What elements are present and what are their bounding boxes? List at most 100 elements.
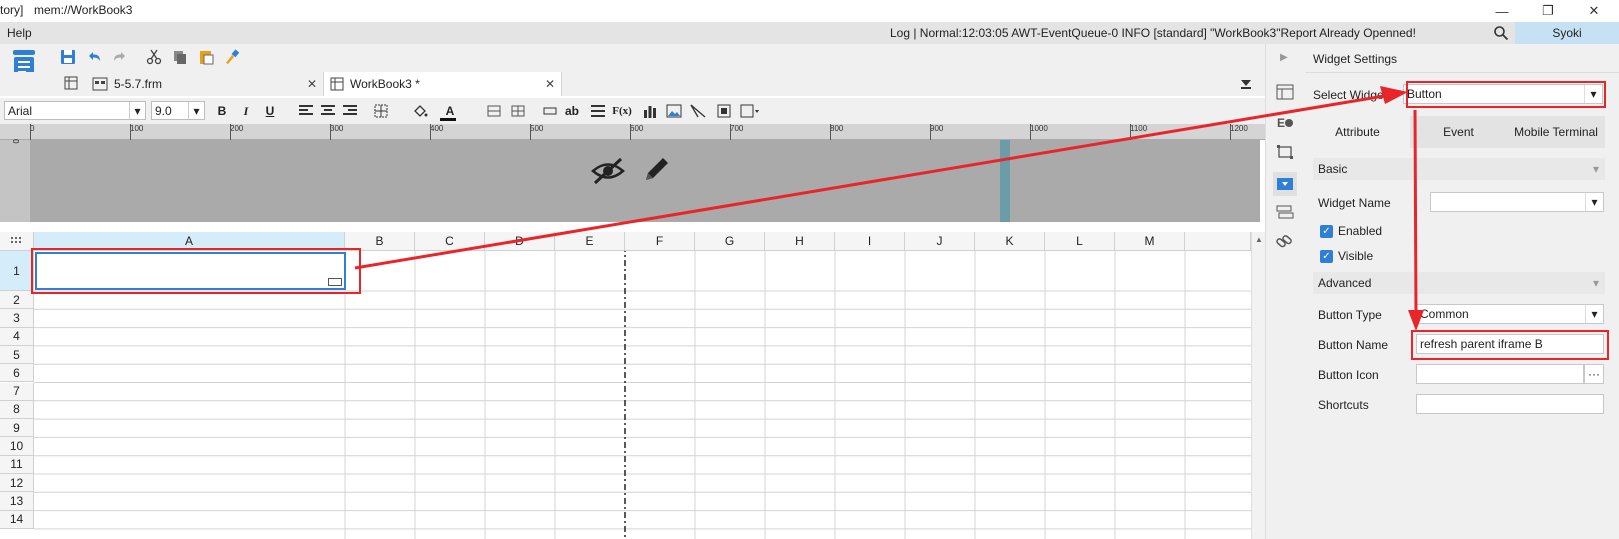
search-button[interactable]	[1487, 22, 1515, 44]
restore-button[interactable]: ❐	[1525, 0, 1571, 22]
cut-icon[interactable]	[144, 47, 164, 67]
row-header-1[interactable]: 1	[0, 251, 34, 291]
undo-icon[interactable]	[84, 47, 104, 67]
font-size-select[interactable]: 9.0 ▾	[151, 101, 205, 120]
tab-event[interactable]: Event	[1410, 116, 1507, 148]
tab-mobile-terminal[interactable]: Mobile Terminal	[1507, 116, 1605, 148]
select-all-corner[interactable]	[0, 232, 34, 251]
border-icon[interactable]	[372, 101, 392, 121]
cell-attribute-icon[interactable]	[1273, 80, 1297, 104]
expand-arrow-icon[interactable]: ▶	[1280, 52, 1288, 63]
column-header-j[interactable]: J	[905, 232, 975, 251]
visible-checkbox[interactable]: ✓	[1320, 249, 1333, 263]
redo-icon[interactable]	[110, 47, 130, 67]
font-family-select[interactable]: Arial ▾	[4, 101, 146, 120]
row-header-2[interactable]: 2	[0, 291, 34, 310]
button-icon-field[interactable]	[1416, 364, 1584, 384]
ab-icon[interactable]: ab	[562, 101, 582, 121]
button-icon-browse[interactable]: ···	[1584, 364, 1604, 384]
minimize-button[interactable]: —	[1479, 0, 1525, 22]
tab-attribute[interactable]: Attribute	[1305, 116, 1410, 148]
slash-icon[interactable]	[688, 101, 708, 121]
scroll-up-icon[interactable]: ▲	[1255, 235, 1263, 244]
hidden-eye-icon[interactable]	[590, 156, 626, 186]
underline-button[interactable]: U	[260, 101, 280, 121]
cell-element-icon[interactable]: E	[1273, 110, 1297, 134]
button-name-input[interactable]: refresh parent iframe B	[1416, 334, 1604, 354]
copy-icon[interactable]	[170, 47, 190, 67]
align-center-icon[interactable]	[318, 101, 338, 121]
column-header-k[interactable]: K	[975, 232, 1045, 251]
shortcuts-input[interactable]	[1416, 394, 1604, 414]
column-header-e[interactable]: E	[555, 232, 625, 251]
row-header-6[interactable]: 6	[0, 364, 34, 383]
column-header-m[interactable]: M	[1115, 232, 1185, 251]
rich-text-icon[interactable]	[588, 101, 608, 121]
column-header-g[interactable]: G	[695, 232, 765, 251]
row-header-5[interactable]: 5	[0, 345, 34, 365]
close-button[interactable]: ✕	[1571, 0, 1617, 22]
save-icon[interactable]	[58, 47, 78, 67]
float-element-icon[interactable]	[1273, 140, 1297, 164]
widget-settings-icon[interactable]	[1273, 172, 1297, 196]
italic-button[interactable]: I	[236, 101, 256, 121]
row-header-4[interactable]: 4	[0, 327, 34, 346]
tab-close-icon[interactable]: ✕	[307, 77, 317, 91]
column-header-b[interactable]: B	[345, 232, 415, 251]
enabled-checkbox[interactable]: ✓	[1320, 224, 1333, 238]
ruler-tick-label: 500	[530, 124, 544, 133]
format-painter-icon[interactable]	[222, 47, 242, 67]
menu-help[interactable]: Help	[7, 26, 32, 40]
row-header-13[interactable]: 13	[0, 492, 34, 511]
merge-cells-icon[interactable]	[484, 101, 504, 121]
user-account[interactable]: Syoki	[1515, 22, 1619, 44]
section-advanced[interactable]: Advanced ▾	[1313, 272, 1605, 294]
selected-cell-a1[interactable]	[35, 252, 346, 290]
row-header-8[interactable]: 8	[0, 400, 34, 420]
select-widget-dropdown[interactable]: Button ▾	[1403, 84, 1603, 104]
row-header-7[interactable]: 7	[0, 382, 34, 401]
enabled-checkbox-row[interactable]: ✓ Enabled	[1320, 224, 1382, 238]
split-cells-icon[interactable]	[508, 101, 528, 121]
hyperlink-icon[interactable]	[1273, 230, 1297, 254]
subreport-icon[interactable]	[714, 101, 734, 121]
column-header-h[interactable]: H	[765, 232, 835, 251]
formula-icon[interactable]: F(x)	[612, 101, 632, 121]
column-header-c[interactable]: C	[415, 232, 485, 251]
image-icon[interactable]	[664, 101, 684, 121]
tab-close-icon[interactable]: ✕	[545, 77, 555, 91]
column-header-i[interactable]: I	[835, 232, 905, 251]
row-header-10[interactable]: 10	[0, 437, 34, 456]
visible-checkbox-row[interactable]: ✓ Visible	[1320, 249, 1373, 263]
column-header-f[interactable]: F	[625, 232, 695, 251]
tab-list-icon[interactable]	[1240, 78, 1252, 92]
fill-color-icon[interactable]	[410, 101, 430, 121]
chart-icon[interactable]	[640, 101, 660, 121]
insert-text-icon[interactable]	[540, 101, 560, 121]
vertical-scrollbar[interactable]: ▲	[1251, 232, 1265, 539]
button-type-select[interactable]: Common ▾	[1416, 304, 1604, 324]
section-basic[interactable]: Basic ▾	[1313, 158, 1605, 180]
tab-5-5-7-frm[interactable]: 5-5.7.frm ✕	[86, 72, 324, 96]
align-right-icon[interactable]	[340, 101, 360, 121]
tab-workbook3[interactable]: WorkBook3 * ✕	[324, 72, 562, 96]
align-left-icon[interactable]	[296, 101, 316, 121]
column-header-a[interactable]: A	[34, 232, 345, 251]
row-header-14[interactable]: 14	[0, 510, 34, 529]
condition-attribute-icon[interactable]	[1273, 200, 1297, 224]
grid-icon[interactable]	[64, 76, 80, 92]
ruler-tick-label: 900	[930, 124, 944, 133]
row-header-12[interactable]: 12	[0, 474, 34, 493]
design-area[interactable]	[30, 140, 1260, 222]
column-header-d[interactable]: D	[485, 232, 555, 251]
pencil-icon[interactable]	[642, 154, 672, 184]
paste-icon[interactable]	[196, 47, 216, 67]
widget-name-field[interactable]: ▾	[1430, 192, 1604, 212]
row-header-9[interactable]: 9	[0, 419, 34, 438]
row-header-11[interactable]: 11	[0, 455, 34, 474]
frame-icon[interactable]	[740, 101, 760, 121]
bold-button[interactable]: B	[212, 101, 232, 121]
column-header-l[interactable]: L	[1045, 232, 1115, 251]
cell-grid[interactable]	[34, 251, 1251, 539]
row-header-3[interactable]: 3	[0, 309, 34, 328]
